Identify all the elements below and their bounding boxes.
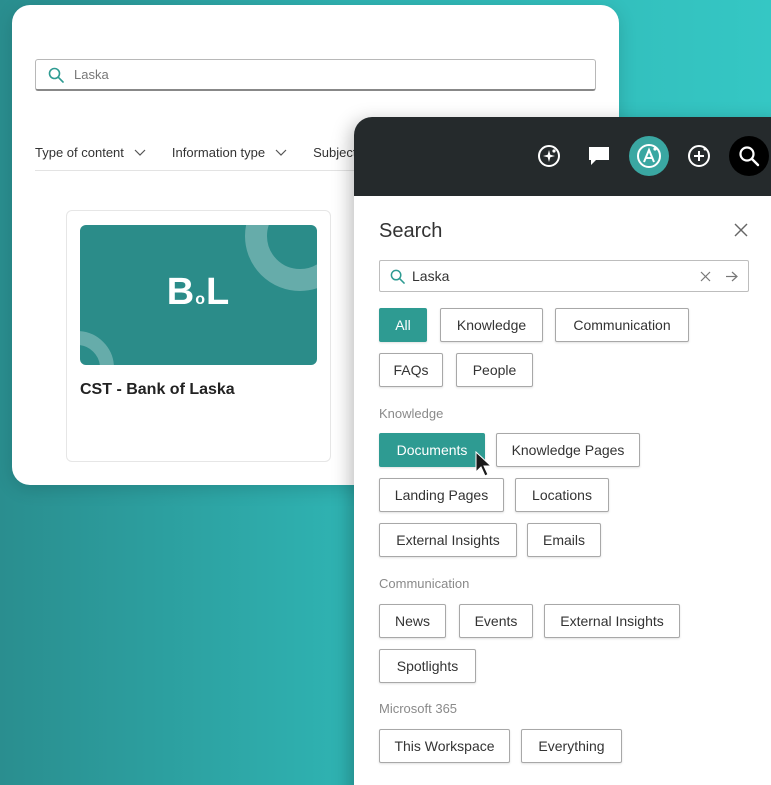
arrow-right-icon[interactable]: [725, 271, 738, 282]
decorative-ring: [80, 331, 114, 365]
chevron-down-icon: [134, 149, 146, 156]
search-value: Laska: [412, 268, 450, 284]
chip-news[interactable]: News: [379, 604, 446, 638]
card-title[interactable]: CST - Bank of Laska: [80, 381, 235, 399]
filter-information-type[interactable]: Information type: [172, 145, 287, 160]
chip-events[interactable]: Events: [459, 604, 533, 638]
chip-locations[interactable]: Locations: [515, 478, 609, 512]
result-card[interactable]: BoL CST - Bank of Laska: [66, 210, 331, 462]
card-thumbnail: BoL: [80, 225, 317, 365]
chip-everything[interactable]: Everything: [521, 729, 622, 763]
add-sparkle-icon[interactable]: [684, 141, 714, 171]
chip-knowledge-pages[interactable]: Knowledge Pages: [496, 433, 640, 467]
search-icon: [390, 269, 405, 284]
clear-icon[interactable]: [700, 271, 711, 282]
filter-type-of-content[interactable]: Type of content: [35, 145, 146, 160]
chat-icon[interactable]: [584, 141, 614, 171]
assistant-icon[interactable]: [629, 136, 669, 176]
search-icon[interactable]: [729, 136, 769, 176]
chip-landing-pages[interactable]: Landing Pages: [379, 478, 504, 512]
chip-emails[interactable]: Emails: [527, 523, 601, 557]
search-panel: Search Laska All Knowledge Communication…: [354, 117, 771, 785]
tab-faqs[interactable]: FAQs: [379, 353, 443, 387]
tab-all[interactable]: All: [379, 308, 427, 342]
background-search-input[interactable]: Laska: [35, 59, 596, 91]
chevron-down-icon: [275, 149, 287, 156]
ai-sparkle-icon[interactable]: [534, 141, 564, 171]
chip-this-workspace[interactable]: This Workspace: [379, 729, 510, 763]
close-icon[interactable]: [734, 223, 748, 237]
mouse-cursor-icon: [475, 451, 493, 477]
bank-logo: BoL: [166, 271, 231, 313]
background-search-value: Laska: [74, 67, 109, 82]
section-communication: Communication: [379, 576, 470, 591]
section-microsoft-365: Microsoft 365: [379, 701, 458, 716]
chip-documents[interactable]: Documents: [379, 433, 485, 467]
search-icon: [48, 67, 64, 83]
chip-spotlights[interactable]: Spotlights: [379, 649, 476, 683]
filter-subject[interactable]: Subject: [313, 145, 356, 160]
section-knowledge: Knowledge: [379, 406, 444, 421]
chip-external-insights[interactable]: External Insights: [379, 523, 517, 557]
chip-external-insights-comm[interactable]: External Insights: [544, 604, 680, 638]
panel-title: Search: [379, 220, 443, 242]
app-toolbar: [354, 117, 771, 196]
tab-knowledge[interactable]: Knowledge: [440, 308, 543, 342]
search-input[interactable]: Laska: [379, 260, 749, 292]
tab-people[interactable]: People: [456, 353, 533, 387]
tab-communication[interactable]: Communication: [555, 308, 689, 342]
